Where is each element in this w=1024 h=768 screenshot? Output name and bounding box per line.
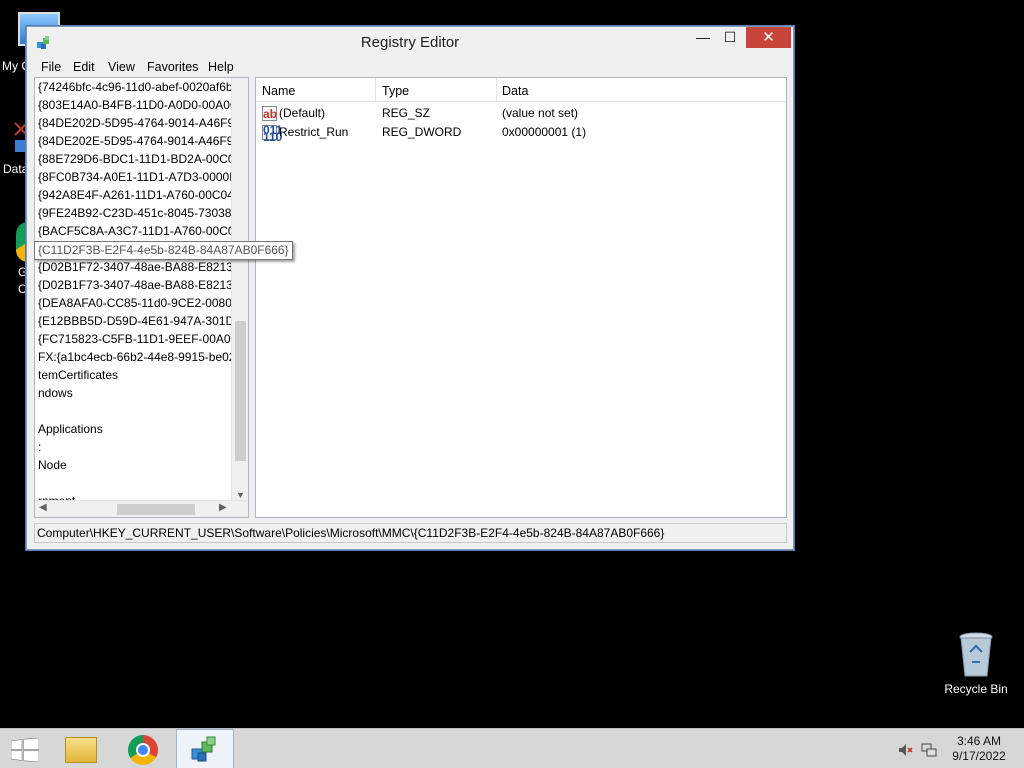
list-item[interactable]: ab (Default) REG_SZ (value not set): [256, 104, 786, 123]
list-item[interactable]: 011 110 Restrict_Run REG_DWORD 0x00000001…: [256, 123, 786, 144]
chevron-down-icon[interactable]: ▼: [232, 490, 248, 500]
string-value-icon: ab: [262, 106, 278, 121]
menu-file[interactable]: File: [41, 60, 61, 74]
close-button[interactable]: ✕: [746, 27, 791, 48]
chevron-right-icon[interactable]: ▶: [219, 502, 227, 513]
value-type: REG_SZ: [382, 106, 431, 120]
tree-horizontal-scrollbar[interactable]: ◀ ▶: [35, 500, 248, 517]
tree-item[interactable]: {74246bfc-4c96-11d0-abef-0020af6b0b7a}: [38, 78, 248, 96]
dword-value-icon: 011 110: [262, 123, 283, 144]
menu-help[interactable]: Help: [208, 60, 234, 74]
tree-item[interactable]: temCertificates: [38, 366, 118, 384]
menu-bar: File Edit View Favorites Help: [27, 57, 793, 77]
tree-item[interactable]: ndows: [38, 384, 73, 402]
column-header-type[interactable]: Type: [382, 84, 409, 98]
chevron-left-icon[interactable]: ◀: [39, 502, 47, 513]
tree-item[interactable]: {84DE202D-5D95-4764-9014-A46F994CE856}: [38, 114, 248, 132]
windows-start-icon[interactable]: [11, 738, 39, 762]
value-type: REG_DWORD: [382, 125, 462, 139]
tree-item[interactable]: {88E729D6-BDC1-11D1-BD2A-00C04FB9603F}: [38, 150, 248, 168]
network-icon[interactable]: [921, 742, 937, 758]
column-header-data[interactable]: Data: [502, 84, 528, 98]
taskbar-file-explorer-button[interactable]: [53, 729, 109, 768]
title-bar[interactable]: Registry Editor — ☐ ✕: [27, 27, 793, 57]
minimize-button[interactable]: —: [690, 27, 716, 48]
desktop-icon-label: Recycle Bin: [944, 682, 1008, 696]
folder-icon: [65, 737, 97, 763]
tree-item[interactable]: {D02B1F73-3407-48ae-BA88-E8213C6761F1}: [38, 276, 248, 294]
menu-edit[interactable]: Edit: [73, 60, 95, 74]
menu-view[interactable]: View: [108, 60, 135, 74]
tree-item[interactable]: {942A8E4F-A261-11D1-A760-00C04FB9603F}: [38, 186, 248, 204]
recycle-bin-icon: [959, 632, 993, 677]
tree-item[interactable]: {803E14A0-B4FB-11D0-A0D0-00A0C90F574B}: [38, 96, 248, 114]
values-list-pane[interactable]: Name Type Data ab (Default) REG_SZ (valu…: [255, 77, 787, 518]
scroll-thumb[interactable]: [235, 321, 246, 461]
tree-item[interactable]: {BACF5C8A-A3C7-11D1-A760-00C04FB9603F}: [38, 222, 248, 240]
taskbar-registry-editor-button[interactable]: [176, 729, 234, 768]
window-title: Registry Editor: [360, 34, 460, 51]
tree-vertical-scrollbar[interactable]: ▼: [231, 78, 248, 501]
value-name: (Default): [279, 106, 326, 120]
taskbar-chrome-button[interactable]: [115, 729, 171, 768]
system-clock[interactable]: 3:46 AM 9/17/2022: [944, 734, 1014, 764]
registry-editor-icon: [191, 736, 216, 762]
list-header: Name Type Data: [256, 78, 786, 102]
tree-item[interactable]: {84DE202E-5D95-4764-9014-A46F994CE856}: [38, 132, 248, 150]
maximize-button[interactable]: ☐: [717, 27, 743, 48]
status-bar-path: Computer\HKEY_CURRENT_USER\Software\Poli…: [34, 523, 787, 543]
value-data: 0x00000001 (1): [502, 125, 587, 139]
menu-favorites[interactable]: Favorites: [147, 60, 198, 74]
scroll-thumb[interactable]: [117, 504, 195, 515]
tree-item[interactable]: FX:{a1bc4ecb-66b2-44e8-9915-be02e84438ba…: [38, 348, 248, 366]
taskbar: 3:46 AM 9/17/2022: [0, 728, 1024, 768]
tree-item[interactable]: {DEA8AFA0-CC85-11d0-9CE2-0080C7221EBD}: [38, 294, 248, 312]
tree-item[interactable]: {D02B1F72-3407-48ae-BA88-E8213C6761F1}: [38, 258, 248, 276]
clock-date: 9/17/2022: [952, 749, 1006, 763]
tree-item[interactable]: {E12BBB5D-D59D-4E61-947A-301D25AE8C23}: [38, 312, 248, 330]
tree-item[interactable]: Applications: [38, 420, 103, 438]
column-header-name[interactable]: Name: [262, 84, 295, 98]
selected-key-tooltip: {C11D2F3B-E2F4-4e5b-824B-84A87AB0F666}: [34, 241, 293, 260]
tree-item[interactable]: :: [38, 438, 41, 456]
key-tree-pane[interactable]: {74246bfc-4c96-11d0-abef-0020af6b0b7a} {8…: [34, 77, 249, 518]
tree-item[interactable]: {FC715823-C5FB-11D1-9EEF-00A0C90347FF}: [38, 330, 248, 348]
tree-item[interactable]: Node: [38, 456, 67, 474]
tree-item[interactable]: {9FE24B92-C23D-451c-8045-73038D99E620}: [38, 204, 248, 222]
desktop-icon-label: Data: [3, 162, 29, 176]
volume-muted-icon[interactable]: [897, 742, 913, 758]
registry-editor-window: Registry Editor — ☐ ✕ File Edit View Fav…: [26, 26, 794, 550]
recycle-bin-desktop-icon[interactable]: Recycle Bin: [938, 630, 1014, 702]
clock-time: 3:46 AM: [956, 734, 1002, 748]
value-name: Restrict_Run: [279, 125, 349, 139]
tree-item[interactable]: {8FC0B734-A0E1-11D1-A7D3-0000F87571E3}: [38, 168, 248, 186]
chrome-icon: [128, 735, 158, 765]
value-data: (value not set): [502, 106, 579, 120]
